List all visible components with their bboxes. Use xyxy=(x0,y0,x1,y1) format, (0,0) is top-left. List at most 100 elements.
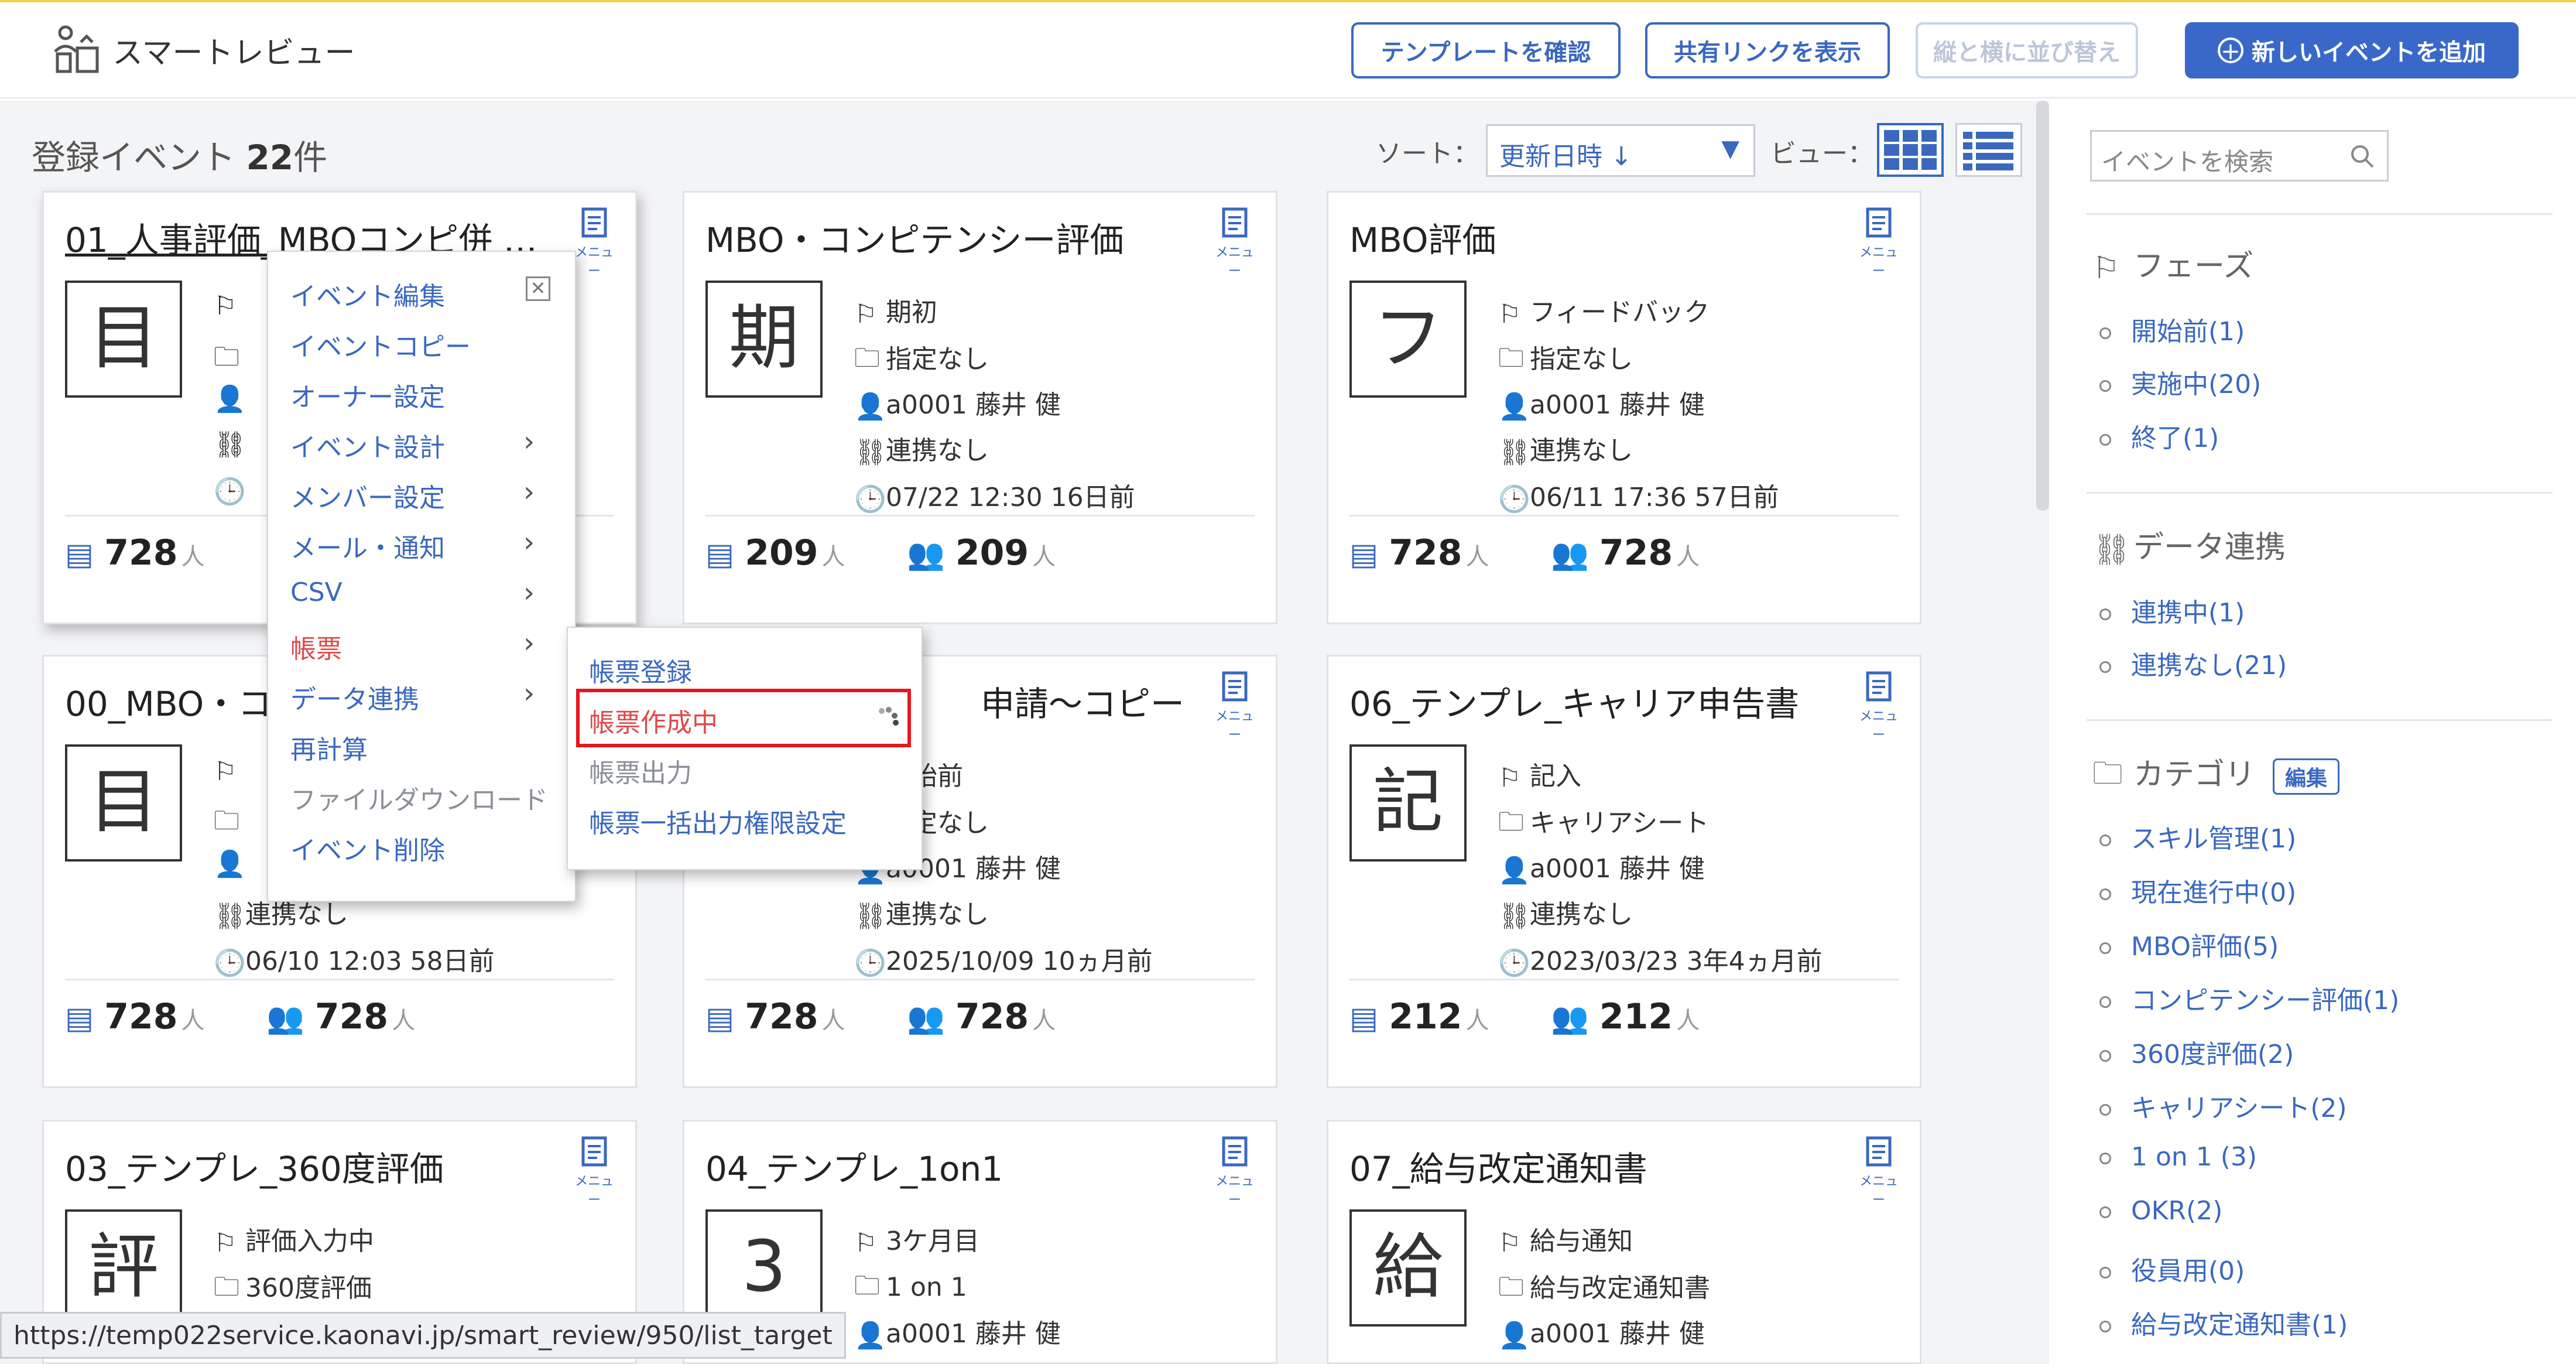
divider xyxy=(65,979,614,980)
link-text: 連携なし xyxy=(245,900,348,929)
submenu-output[interactable]: 帳票出力 xyxy=(589,752,692,789)
event-phase: ⚐ 記入 xyxy=(1498,755,1581,793)
view-template-button[interactable]: テンプレートを確認 xyxy=(1351,22,1621,78)
event-title[interactable]: 07_給与改定通知書 xyxy=(1349,1141,1865,1191)
menu-item-csv[interactable]: CSV xyxy=(290,577,342,607)
sidebar-category-item[interactable]: 役員用(0) xyxy=(2099,1250,2245,1287)
sidebar-category-item[interactable]: 360度評価(2) xyxy=(2099,1033,2294,1071)
sidebar-category-item[interactable]: 1 on 1 (3) xyxy=(2099,1142,2257,1172)
card-menu-button[interactable]: メニュー xyxy=(1211,207,1258,279)
event-title[interactable]: 06_テンプレ_キャリア申告書 xyxy=(1349,676,1865,726)
card-menu-button[interactable]: メニュー xyxy=(1211,1136,1258,1208)
list-view-button[interactable] xyxy=(1955,123,2022,177)
menu-item-data-link[interactable]: データ連携 xyxy=(290,678,419,716)
menu-item-owner[interactable]: オーナー設定 xyxy=(290,376,445,413)
sidebar-link-item[interactable]: 連携中(1) xyxy=(2099,592,2245,629)
sidebar-category-item[interactable]: スキル管理(1) xyxy=(2099,818,2296,855)
event-card[interactable]: MBO評価 メニュー フ ⚐ フィードバック 🗀 指定なし 👤a0001 藤井 健 … xyxy=(1327,191,1921,624)
sidebar-category-item[interactable]: キャリアシート(2) xyxy=(2099,1087,2347,1124)
time-text: 06/11 17:36 57日前 xyxy=(1530,483,1779,512)
unit: 人 xyxy=(1465,1007,1489,1034)
member-count: 👥 728 人 xyxy=(907,996,1056,1037)
link-item-label: 連携中(1) xyxy=(2131,598,2245,628)
sidebar-category-item[interactable]: OKR(2) xyxy=(2099,1196,2222,1226)
card-menu-button[interactable]: メニュー xyxy=(571,207,618,279)
clock-icon: 🕒 xyxy=(854,948,886,978)
sidebar-category-item[interactable]: 給与改定通知書(1) xyxy=(2099,1304,2348,1341)
sidebar-category-item[interactable]: 現在進行中(0) xyxy=(2099,871,2296,909)
menu-item-members[interactable]: メンバー設定 xyxy=(290,477,445,514)
card-menu-button[interactable]: メニュー xyxy=(1855,671,1902,743)
event-time: 🕒2023/03/23 3年4ヵ月前 xyxy=(1498,940,1823,978)
link-icon: ⛓ xyxy=(214,430,246,460)
event-card[interactable]: MBO・コンピテンシー評価 メニュー 期 ⚐ 期初 🗀 指定なし 👤a0001 藤井… xyxy=(683,191,1277,624)
event-category: 🗀指定なし xyxy=(1498,338,1633,383)
menu-item-forms[interactable]: 帳票 xyxy=(290,628,342,665)
menu-item-edit[interactable]: イベント編集 xyxy=(290,275,445,313)
card-menu-button[interactable]: メニュー xyxy=(571,1136,618,1208)
member-value: 728 xyxy=(955,996,1029,1037)
event-owner: 👤a0001 藤井 健 xyxy=(1498,847,1705,886)
event-title[interactable]: 03_テンプレ_360度評価 xyxy=(65,1141,580,1191)
target-count: ▤ 728 人 xyxy=(705,996,845,1037)
target-doc-icon: ▤ xyxy=(705,537,745,572)
link-icon: ⛓ xyxy=(2092,532,2132,568)
event-card[interactable]: 07_給与改定通知書 メニュー 給 ⚐ 給与通知 🗀 給与改定通知書 👤a0001 … xyxy=(1327,1120,1921,1364)
sidebar-category-item[interactable]: MBO評価(5) xyxy=(2099,925,2279,963)
menu-label: メニュー xyxy=(574,245,614,279)
folder-icon: 🗀 xyxy=(214,806,239,836)
smart-review-logo-icon xyxy=(54,25,99,73)
rearrange-button[interactable]: 縦と横に並び替え xyxy=(1916,22,2138,78)
flag-icon: ⚐ xyxy=(1498,763,1522,793)
sidebar-link-item[interactable]: 連携なし(21) xyxy=(2099,644,2287,682)
submenu-bulk-permission[interactable]: 帳票一括出力権限設定 xyxy=(589,802,847,840)
owner-text: a0001 藤井 健 xyxy=(886,1319,1061,1349)
link-icon: ⛓ xyxy=(1498,437,1531,467)
member-value: 212 xyxy=(1599,996,1673,1037)
menu-item-file-download[interactable]: ファイルダウンロード xyxy=(290,779,548,816)
target-doc-icon: ▤ xyxy=(65,537,105,572)
event-link: ⛓連携なし xyxy=(1498,429,1633,467)
chevron-right-icon: › xyxy=(523,677,535,710)
card-menu-button[interactable]: メニュー xyxy=(1855,207,1902,279)
event-kanji: 目 xyxy=(65,281,182,398)
sort-select[interactable]: 更新日時 ↓ ▼ xyxy=(1486,124,1755,177)
card-menu-button[interactable]: メニュー xyxy=(1211,671,1258,743)
event-title[interactable]: MBO評価 xyxy=(1349,213,1865,262)
data-link-heading: ⛓データ連携 xyxy=(2092,522,2286,568)
sidebar-phase-item[interactable]: 終了(1) xyxy=(2099,417,2219,454)
event-search-input[interactable]: イベントを検索 xyxy=(2090,130,2389,182)
sidebar-phase-item[interactable]: 実施中(20) xyxy=(2099,363,2261,401)
show-share-link-button[interactable]: 共有リンクを表示 xyxy=(1645,22,1890,78)
event-category: 🗀 1 on 1 xyxy=(854,1267,967,1311)
close-icon[interactable]: ✕ xyxy=(526,276,550,301)
menu-item-copy[interactable]: イベントコピー xyxy=(290,326,471,363)
target-count: ▤ 728 人 xyxy=(65,996,204,1037)
clock-icon: 🕒 xyxy=(214,948,246,978)
user-icon: 👤 xyxy=(1498,856,1530,886)
sidebar-phase-item[interactable]: 開始前(1) xyxy=(2099,310,2245,348)
event-kanji: 期 xyxy=(705,281,823,398)
sidebar-divider xyxy=(2087,719,2553,721)
menu-doc-icon xyxy=(1222,207,1248,238)
link-icon: ⛓ xyxy=(854,901,887,931)
member-value: 209 xyxy=(955,532,1029,573)
target-value: 728 xyxy=(1389,532,1462,573)
event-title[interactable]: 04_テンプレ_1on1 xyxy=(705,1141,1221,1191)
event-card[interactable]: 06_テンプレ_キャリア申告書 メニュー 記 ⚐ 記入 🗀 キャリアシート 👤a00… xyxy=(1327,655,1921,1088)
menu-item-mail[interactable]: メール・通知 xyxy=(290,527,445,565)
grid-view-button[interactable] xyxy=(1877,123,1944,177)
event-title[interactable]: MBO・コンピテンシー評価 xyxy=(705,213,1221,262)
flag-icon: ⚐ xyxy=(1498,1228,1522,1258)
scrollbar[interactable] xyxy=(2036,101,2049,511)
submenu-register[interactable]: 帳票登録 xyxy=(589,651,692,689)
menu-item-recalc[interactable]: 再計算 xyxy=(290,729,368,766)
sidebar-category-item[interactable]: コンピテンシー評価(1) xyxy=(2099,979,2399,1017)
category-edit-button[interactable]: 編集 xyxy=(2273,758,2340,795)
highlight-box xyxy=(576,689,911,747)
flag-icon: ⚐ xyxy=(214,1228,237,1258)
add-event-button[interactable]: + 新しいイベントを追加 xyxy=(2185,22,2519,78)
card-menu-button[interactable]: メニュー xyxy=(1855,1136,1902,1208)
menu-item-design[interactable]: イベント設計 xyxy=(290,426,445,464)
menu-item-delete[interactable]: イベント削除 xyxy=(290,829,445,867)
